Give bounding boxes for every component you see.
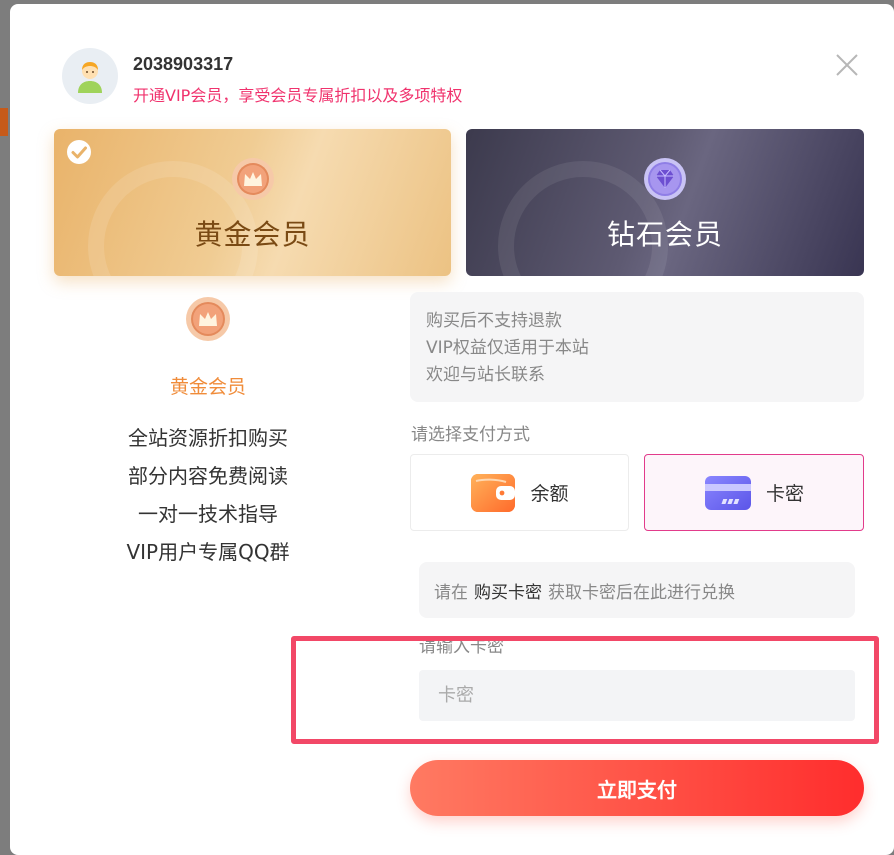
highlight-box	[291, 636, 879, 744]
tip-prefix: 请在	[434, 582, 468, 603]
plan-name-diamond: 钻石会员	[606, 218, 723, 251]
notice-line: 购买后不支持退款	[426, 311, 562, 331]
payment-option-card[interactable]: 卡密	[644, 454, 864, 531]
benefit-item: 部分内容免费阅读	[128, 464, 288, 488]
gold-crown-icon	[186, 297, 230, 341]
pay-now-button[interactable]: 立即支付	[410, 760, 864, 816]
credit-card-icon	[704, 475, 751, 510]
benefit-list: 全站资源折扣购买 部分内容免费阅读 一对一技术指导 VIP用户专属QQ群	[54, 419, 362, 571]
payment-method-title: 请选择支付方式	[411, 425, 530, 445]
benefit-item: VIP用户专属QQ群	[126, 540, 290, 564]
payment-option-label: 卡密	[765, 483, 804, 505]
avatar	[62, 48, 118, 104]
notice-line: VIP权益仅适用于本站	[426, 338, 589, 358]
selected-check-icon	[67, 140, 91, 164]
diamond-icon	[644, 158, 686, 200]
notice-box: 购买后不支持退款 VIP权益仅适用于本站 欢迎与站长联系	[410, 292, 864, 402]
plan-card-diamond[interactable]: 钻石会员	[466, 129, 864, 276]
user-id: 2038903317	[133, 54, 234, 74]
close-icon[interactable]	[834, 52, 860, 78]
plan-card-gold[interactable]: 黄金会员	[54, 129, 451, 276]
tip-suffix: 获取卡密后在此进行兑换	[548, 582, 735, 603]
gold-crown-icon	[231, 158, 274, 200]
buy-card-link[interactable]: 购买卡密	[474, 578, 542, 603]
wallet-icon	[471, 473, 516, 512]
benefit-item: 一对一技术指导	[138, 502, 278, 526]
background-badge	[0, 108, 8, 136]
vip-promo-text: 开通VIP会员，享受会员专属折扣以及多项特权	[133, 86, 463, 105]
plan-name-gold: 黄金会员	[194, 218, 311, 251]
vip-purchase-modal: 2038903317 开通VIP会员，享受会员专属折扣以及多项特权 黄金会员 钻…	[10, 4, 894, 855]
notice-line: 欢迎与站长联系	[426, 365, 545, 385]
user-avatar-icon	[78, 62, 102, 93]
plan-benefits-panel: 黄金会员 全站资源折扣购买 部分内容免费阅读 一对一技术指导 VIP用户专属QQ…	[54, 296, 362, 571]
payment-option-label: 余额	[530, 483, 569, 505]
selected-plan-level: 黄金会员	[169, 376, 246, 398]
card-redeem-tip: 请在 购买卡密 获取卡密后在此进行兑换	[419, 562, 855, 618]
payment-option-balance[interactable]: 余额	[410, 454, 629, 531]
benefit-item: 全站资源折扣购买	[128, 426, 288, 450]
